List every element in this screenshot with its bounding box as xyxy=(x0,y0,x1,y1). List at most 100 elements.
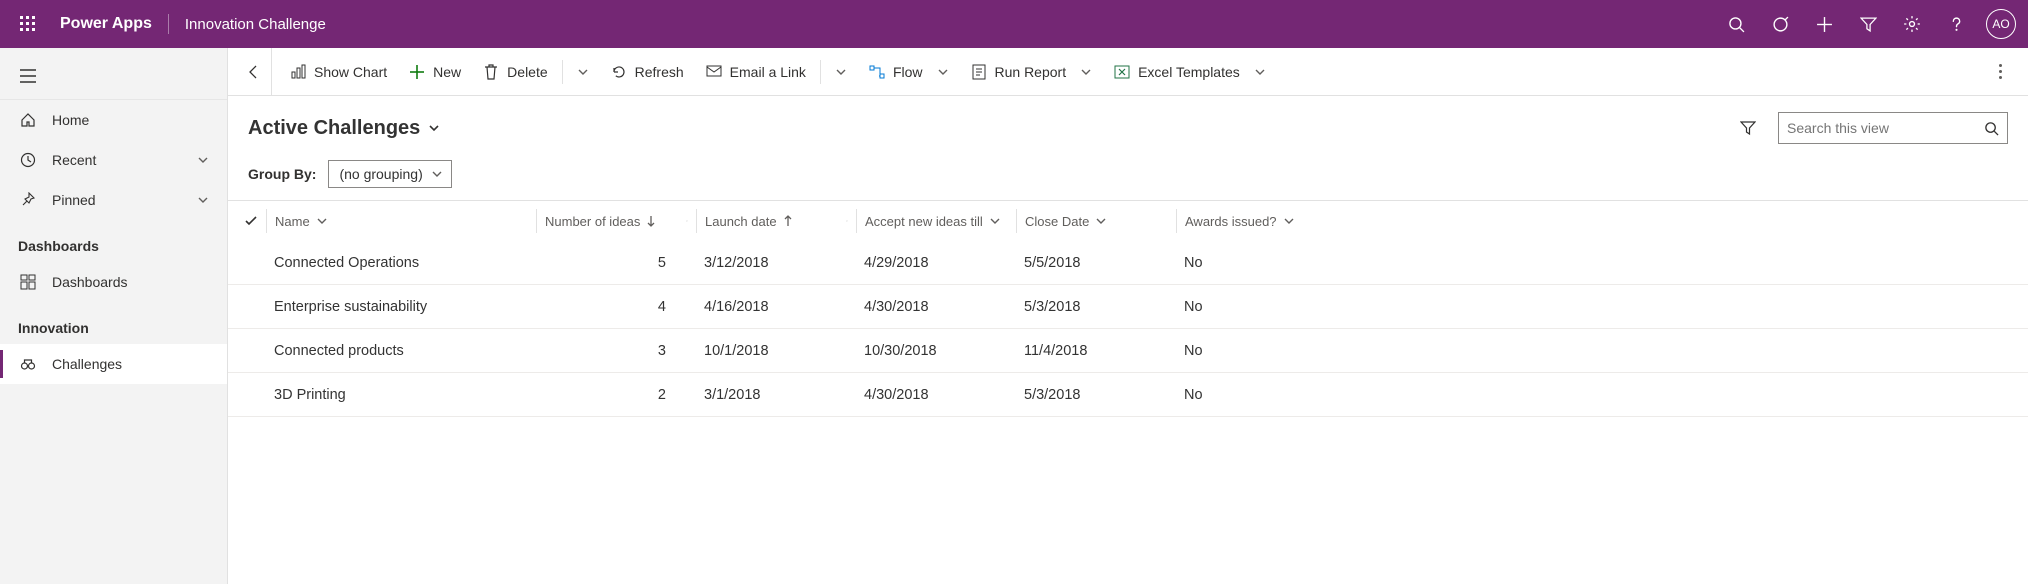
nav-recent[interactable]: Recent xyxy=(0,140,227,180)
cmd-delete-dropdown[interactable] xyxy=(567,48,599,96)
cmd-new[interactable]: New xyxy=(399,48,471,96)
nav-toggle-button[interactable] xyxy=(0,52,227,100)
cell-close: 5/3/2018 xyxy=(1016,299,1176,315)
cell-name: Enterprise sustainability xyxy=(266,299,536,315)
column-header-accept[interactable]: Accept new ideas till xyxy=(856,209,1016,233)
select-all-checkbox[interactable] xyxy=(236,214,266,228)
cmd-overflow-button[interactable] xyxy=(1980,64,2020,79)
cmd-refresh-label: Refresh xyxy=(635,64,684,80)
user-avatar[interactable]: AO xyxy=(1986,9,2016,39)
excel-icon xyxy=(1114,64,1130,80)
column-header-ideas[interactable]: Number of ideas xyxy=(536,209,696,233)
column-awards-label: Awards issued? xyxy=(1185,214,1277,229)
refresh-icon xyxy=(611,64,627,80)
cell-ideas: 2 xyxy=(536,387,696,403)
cell-launch: 3/12/2018 xyxy=(696,255,856,271)
hamburger-icon xyxy=(20,69,36,83)
cell-awards: No xyxy=(1176,387,1336,403)
nav-pinned-label: Pinned xyxy=(52,192,96,208)
cell-awards: No xyxy=(1176,255,1336,271)
grid-header-row: Name Number of ideas Launch date Accept … xyxy=(228,201,2028,241)
filter-button[interactable] xyxy=(1730,110,1766,146)
cell-launch: 10/1/2018 xyxy=(696,343,856,359)
cell-ideas: 4 xyxy=(536,299,696,315)
table-row[interactable]: 3D Printing23/1/20184/30/20185/3/2018No xyxy=(228,373,2028,417)
app-launcher-button[interactable] xyxy=(8,16,48,32)
cell-accept: 10/30/2018 xyxy=(856,343,1016,359)
cmd-refresh[interactable]: Refresh xyxy=(601,48,694,96)
chevron-down-icon xyxy=(316,215,328,227)
cmd-delete[interactable]: Delete xyxy=(473,48,557,96)
assist-button[interactable] xyxy=(1760,0,1800,48)
left-nav: Home Recent Pinned Dashboards Dashboards… xyxy=(0,48,228,584)
chevron-down-icon xyxy=(195,154,211,166)
nav-challenges-label: Challenges xyxy=(52,356,122,372)
groupby-select[interactable]: (no grouping) xyxy=(328,160,451,188)
target-icon xyxy=(1772,16,1789,33)
cmd-email-dropdown[interactable] xyxy=(825,48,857,96)
chevron-down-icon xyxy=(431,168,443,180)
chevron-down-icon xyxy=(1095,215,1107,227)
trash-icon xyxy=(483,64,499,80)
back-button[interactable] xyxy=(236,48,272,96)
cell-name: Connected products xyxy=(266,343,536,359)
column-header-launch[interactable]: Launch date xyxy=(696,209,856,233)
table-row[interactable]: Connected Operations53/12/20184/29/20185… xyxy=(228,241,2028,285)
chevron-down-icon xyxy=(1283,215,1295,227)
chevron-down-icon xyxy=(1080,66,1092,78)
cmd-show-chart-label: Show Chart xyxy=(314,64,387,80)
column-header-awards[interactable]: Awards issued? xyxy=(1176,209,1336,233)
cell-launch: 4/16/2018 xyxy=(696,299,856,315)
clock-icon xyxy=(20,152,36,168)
home-icon xyxy=(20,112,36,128)
table-row[interactable]: Connected products310/1/201810/30/201811… xyxy=(228,329,2028,373)
nav-dashboards[interactable]: Dashboards xyxy=(0,262,227,302)
nav-home[interactable]: Home xyxy=(0,100,227,140)
column-name-label: Name xyxy=(275,214,310,229)
nav-pinned[interactable]: Pinned xyxy=(0,180,227,220)
command-bar: Show Chart New Delete Refresh Email a Li… xyxy=(228,48,2028,96)
cmd-flow[interactable]: Flow xyxy=(859,48,959,96)
cmd-show-chart[interactable]: Show Chart xyxy=(280,48,397,96)
cmd-run-report[interactable]: Run Report xyxy=(961,48,1103,96)
nav-section-innovation: Innovation xyxy=(0,302,227,344)
header-divider xyxy=(168,14,169,34)
help-button[interactable] xyxy=(1936,0,1976,48)
plus-icon xyxy=(1816,16,1833,33)
app-name[interactable]: Innovation Challenge xyxy=(173,16,338,33)
nav-dashboards-label: Dashboards xyxy=(52,274,128,290)
funnel-icon xyxy=(1740,120,1756,136)
add-button[interactable] xyxy=(1804,0,1844,48)
chevron-down-icon xyxy=(428,122,440,134)
filter-button-header[interactable] xyxy=(1848,0,1888,48)
funnel-icon xyxy=(1860,16,1877,33)
pin-icon xyxy=(20,192,36,208)
more-vertical-icon xyxy=(1999,64,2002,79)
product-name[interactable]: Power Apps xyxy=(48,15,164,33)
cmd-email-link[interactable]: Email a Link xyxy=(696,48,816,96)
table-row[interactable]: Enterprise sustainability44/16/20184/30/… xyxy=(228,285,2028,329)
email-icon xyxy=(706,64,722,80)
checkmark-icon xyxy=(244,214,258,228)
sort-asc-icon xyxy=(783,215,793,227)
cmd-excel-templates[interactable]: Excel Templates xyxy=(1104,48,1276,96)
search-button[interactable] xyxy=(1716,0,1756,48)
chevron-down-icon xyxy=(676,215,688,227)
view-selector[interactable]: Active Challenges xyxy=(248,117,440,140)
search-icon xyxy=(1984,121,1999,136)
column-header-name[interactable]: Name xyxy=(266,209,536,233)
global-header: Power Apps Innovation Challenge AO xyxy=(0,0,2028,48)
cell-accept: 4/30/2018 xyxy=(856,387,1016,403)
groupby-label: Group By: xyxy=(248,166,316,182)
settings-button[interactable] xyxy=(1892,0,1932,48)
gear-icon xyxy=(1903,15,1921,33)
separator xyxy=(562,60,563,84)
question-icon xyxy=(1948,16,1965,33)
search-view-input[interactable] xyxy=(1787,120,1976,136)
search-view-box[interactable] xyxy=(1778,112,2008,144)
header-actions: AO xyxy=(1716,0,2020,48)
separator xyxy=(820,60,821,84)
column-header-close[interactable]: Close Date xyxy=(1016,209,1176,233)
nav-challenges[interactable]: Challenges xyxy=(0,344,227,384)
arrow-left-icon xyxy=(246,64,262,80)
